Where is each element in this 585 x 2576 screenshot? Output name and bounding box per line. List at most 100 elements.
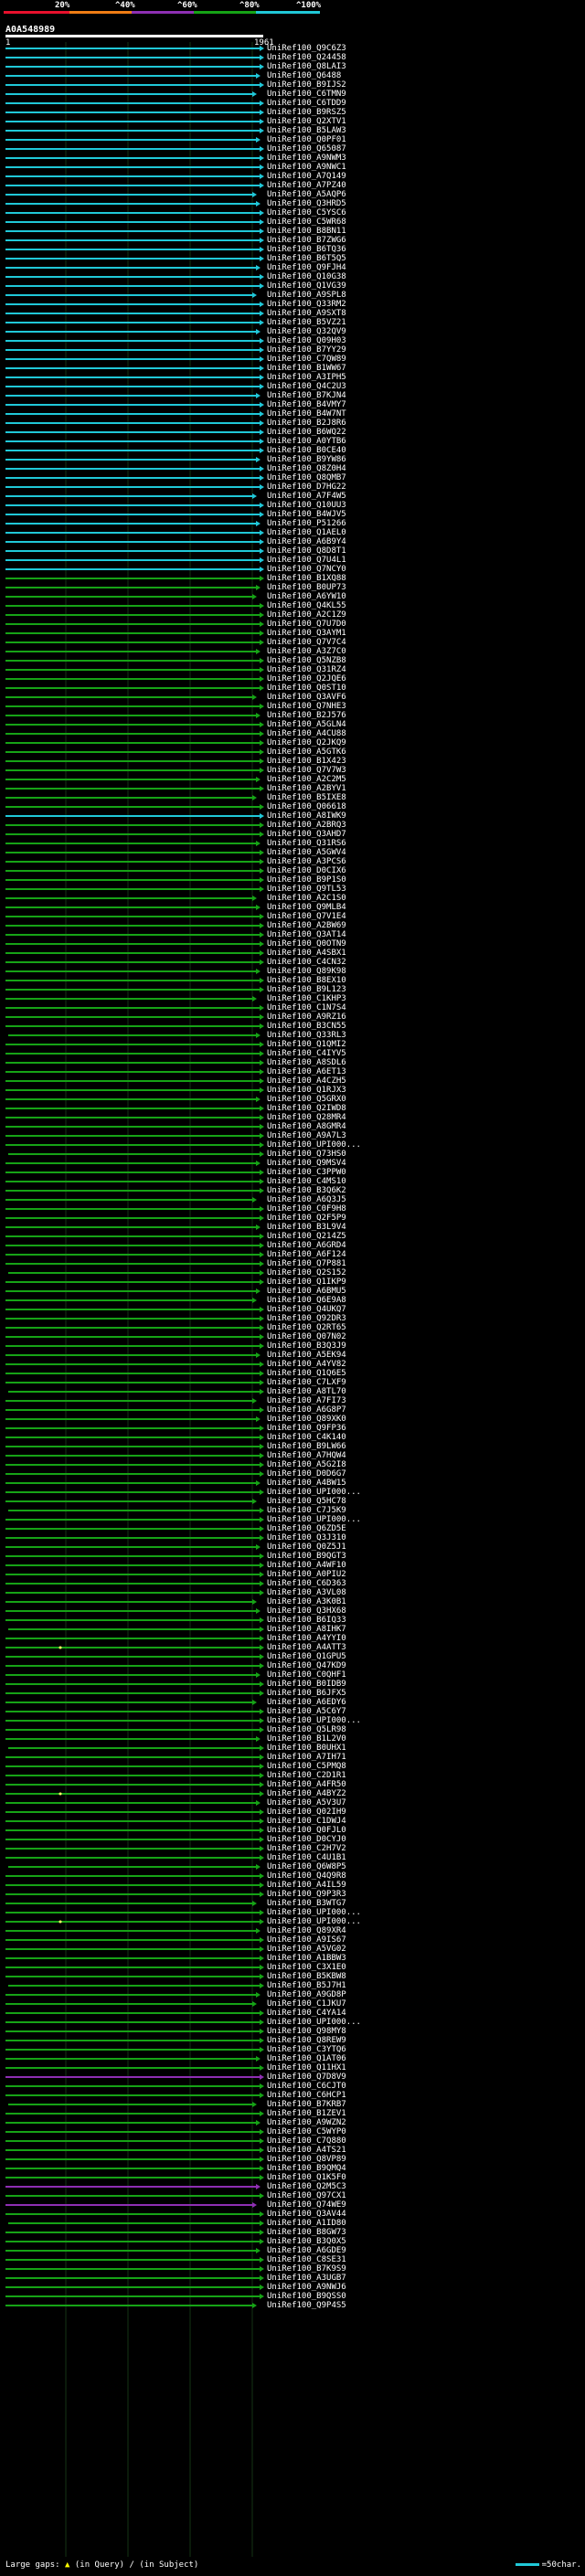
hit-label[interactable]: UniRef100_C5YSC6 xyxy=(267,208,346,217)
hit-label[interactable]: UniRef100_A4CU88 xyxy=(267,729,346,738)
hit-label[interactable]: UniRef100_Q1GPU5 xyxy=(267,1652,346,1661)
hit-label[interactable]: UniRef100_A5GWV4 xyxy=(267,848,346,857)
hit-label[interactable]: UniRef100_B4WJV5 xyxy=(267,510,346,519)
hit-label[interactable]: UniRef100_B7KRB7 xyxy=(267,2100,346,2109)
hit-label[interactable]: UniRef100_Q4C2U3 xyxy=(267,382,346,391)
hit-label[interactable]: UniRef100_B1ZEV1 xyxy=(267,2109,346,2118)
hit-label[interactable]: UniRef100_A5VG02 xyxy=(267,1945,346,1954)
hit-label[interactable]: UniRef100_Q9C6Z3 xyxy=(267,44,346,53)
hit-label[interactable]: UniRef100_UPI000... xyxy=(267,1515,361,1524)
hit-label[interactable]: UniRef100_Q9P4S5 xyxy=(267,2301,346,2310)
hit-label[interactable]: UniRef100_Q0FJL0 xyxy=(267,1826,346,1835)
hit-label[interactable]: UniRef100_C7Q880 xyxy=(267,2136,346,2146)
hit-label[interactable]: UniRef100_C5PMQ8 xyxy=(267,1762,346,1771)
hit-label[interactable]: UniRef100_B6WQ22 xyxy=(267,428,346,437)
hit-label[interactable]: UniRef100_B1L2V0 xyxy=(267,1734,346,1744)
hit-label[interactable]: UniRef100_Q24458 xyxy=(267,53,346,62)
hit-label[interactable]: UniRef100_A7PZ40 xyxy=(267,181,346,190)
hit-label[interactable]: UniRef100_Q9P3R3 xyxy=(267,1890,346,1899)
hit-label[interactable]: UniRef100_Q3AT14 xyxy=(267,930,346,939)
hit-label[interactable]: UniRef100_Q31RS6 xyxy=(267,839,346,848)
hit-label[interactable]: UniRef100_C3YTQ6 xyxy=(267,2045,346,2054)
hit-label[interactable]: UniRef100_Q7U7D0 xyxy=(267,620,346,629)
hit-label[interactable]: UniRef100_A7F4W5 xyxy=(267,492,346,501)
hit-label[interactable]: UniRef100_Q9FJH4 xyxy=(267,263,346,272)
hit-label[interactable]: UniRef100_B7K9S9 xyxy=(267,2264,346,2274)
hit-label[interactable]: UniRef100_C6HCP1 xyxy=(267,2091,346,2100)
hit-label[interactable]: UniRef100_A9NWM3 xyxy=(267,154,346,163)
hit-label[interactable]: UniRef100_B6IQ33 xyxy=(267,1616,346,1625)
hit-label[interactable]: UniRef100_Q1AT06 xyxy=(267,2054,346,2063)
hit-label[interactable]: UniRef100_Q33RL3 xyxy=(267,1031,346,1040)
hit-label[interactable]: UniRef100_B1X423 xyxy=(267,757,346,766)
hit-label[interactable]: UniRef100_Q07N02 xyxy=(267,1332,346,1341)
hit-label[interactable]: UniRef100_Q2IWD8 xyxy=(267,1104,346,1113)
hit-label[interactable]: UniRef100_Q6488 xyxy=(267,71,341,80)
hit-label[interactable]: UniRef100_B3Q3J9 xyxy=(267,1341,346,1351)
hit-label[interactable]: UniRef100_Q9TL53 xyxy=(267,885,346,894)
hit-label[interactable]: UniRef100_B5KBW8 xyxy=(267,1972,346,1981)
hit-label[interactable]: UniRef100_B9QSS0 xyxy=(267,2292,346,2301)
hit-label[interactable]: UniRef100_Q4UKQ7 xyxy=(267,1305,346,1314)
hit-label[interactable]: UniRef100_A4FR50 xyxy=(267,1780,346,1789)
hit-label[interactable]: UniRef100_Q0OTN9 xyxy=(267,939,346,949)
hit-label[interactable]: UniRef100_B9P1S0 xyxy=(267,875,346,885)
hit-label[interactable]: UniRef100_Q89XR4 xyxy=(267,1926,346,1935)
hit-label[interactable]: UniRef100_A5V3U7 xyxy=(267,1798,346,1807)
hit-label[interactable]: UniRef100_Q3AYM1 xyxy=(267,629,346,638)
hit-label[interactable]: UniRef100_Q0ST10 xyxy=(267,684,346,693)
hit-label[interactable]: UniRef100_B6T5Q5 xyxy=(267,254,346,263)
hit-label[interactable]: UniRef100_A4IL59 xyxy=(267,1881,346,1890)
hit-label[interactable]: UniRef100_Q8Z0H4 xyxy=(267,464,346,473)
hit-label[interactable]: UniRef100_A2C2M5 xyxy=(267,775,346,784)
hit-label[interactable]: UniRef100_Q11HX1 xyxy=(267,2063,346,2072)
hit-label[interactable]: UniRef100_B2J576 xyxy=(267,711,346,720)
hit-label[interactable]: UniRef100_C4YA14 xyxy=(267,2009,346,2018)
hit-label[interactable]: UniRef100_B5IXE8 xyxy=(267,793,346,802)
hit-label[interactable]: UniRef100_UPI000... xyxy=(267,1140,361,1150)
hit-label[interactable]: UniRef100_B9QGT3 xyxy=(267,1552,346,1561)
hit-label[interactable]: UniRef100_Q10G38 xyxy=(267,272,346,281)
hit-label[interactable]: UniRef100_Q3AVF6 xyxy=(267,693,346,702)
hit-label[interactable]: UniRef100_A2BW69 xyxy=(267,921,346,930)
hit-label[interactable]: UniRef100_Q5GRX0 xyxy=(267,1095,346,1104)
hit-label[interactable]: UniRef100_Q7V7C4 xyxy=(267,638,346,647)
hit-label[interactable]: UniRef100_A5GLN4 xyxy=(267,720,346,729)
hit-label[interactable]: UniRef100_A2C1S0 xyxy=(267,894,346,903)
hit-label[interactable]: UniRef100_A6B9Y4 xyxy=(267,537,346,546)
hit-label[interactable]: UniRef100_P51266 xyxy=(267,519,346,528)
hit-label[interactable]: UniRef100_C1DWJ4 xyxy=(267,1817,346,1826)
hit-label[interactable]: UniRef100_Q89XK0 xyxy=(267,1415,346,1424)
hit-label[interactable]: UniRef100_A4YV82 xyxy=(267,1360,346,1369)
hit-label[interactable]: UniRef100_Q8VP89 xyxy=(267,2155,346,2164)
hit-label[interactable]: UniRef100_A8SDL6 xyxy=(267,1058,346,1067)
hit-label[interactable]: UniRef100_Q5HC78 xyxy=(267,1497,346,1506)
hit-label[interactable]: UniRef100_A6BMU5 xyxy=(267,1287,346,1296)
hit-label[interactable]: UniRef100_Q32QV9 xyxy=(267,327,346,336)
hit-label[interactable]: UniRef100_Q3J310 xyxy=(267,1533,346,1542)
hit-label[interactable]: UniRef100_Q7V7W3 xyxy=(267,766,346,775)
hit-label[interactable]: UniRef100_Q92DR3 xyxy=(267,1314,346,1323)
hit-label[interactable]: UniRef100_Q3AV44 xyxy=(267,2210,346,2219)
hit-label[interactable]: UniRef100_C8SE31 xyxy=(267,2255,346,2264)
hit-label[interactable]: UniRef100_Q214Z5 xyxy=(267,1232,346,1241)
hit-label[interactable]: UniRef100_Q6W8P5 xyxy=(267,1862,346,1871)
hit-label[interactable]: UniRef100_B3Q6K2 xyxy=(267,1186,346,1195)
hit-label[interactable]: UniRef100_A6GDE9 xyxy=(267,2246,346,2255)
hit-label[interactable]: UniRef100_A5AQP6 xyxy=(267,190,346,199)
hit-label[interactable]: UniRef100_B8BN11 xyxy=(267,227,346,236)
hit-label[interactable]: UniRef100_A6EDY6 xyxy=(267,1698,346,1707)
hit-label[interactable]: UniRef100_B6TQ36 xyxy=(267,245,346,254)
hit-label[interactable]: UniRef100_A6F124 xyxy=(267,1250,346,1259)
hit-label[interactable]: UniRef100_Q3HRD5 xyxy=(267,199,346,208)
hit-label[interactable]: UniRef100_UPI000... xyxy=(267,1488,361,1497)
hit-label[interactable]: UniRef100_A3VL08 xyxy=(267,1588,346,1597)
hit-label[interactable]: UniRef100_B4VMY7 xyxy=(267,400,346,409)
hit-label[interactable]: UniRef100_Q1AEL0 xyxy=(267,528,346,537)
hit-label[interactable]: UniRef100_A2BYV1 xyxy=(267,784,346,793)
hit-label[interactable]: UniRef100_A4CZH5 xyxy=(267,1076,346,1086)
hit-label[interactable]: UniRef100_Q8LAI3 xyxy=(267,62,346,71)
hit-label[interactable]: UniRef100_Q8D8T1 xyxy=(267,546,346,556)
hit-label[interactable]: UniRef100_Q2JKQ9 xyxy=(267,738,346,747)
hit-label[interactable]: UniRef100_B9RSZ5 xyxy=(267,108,346,117)
